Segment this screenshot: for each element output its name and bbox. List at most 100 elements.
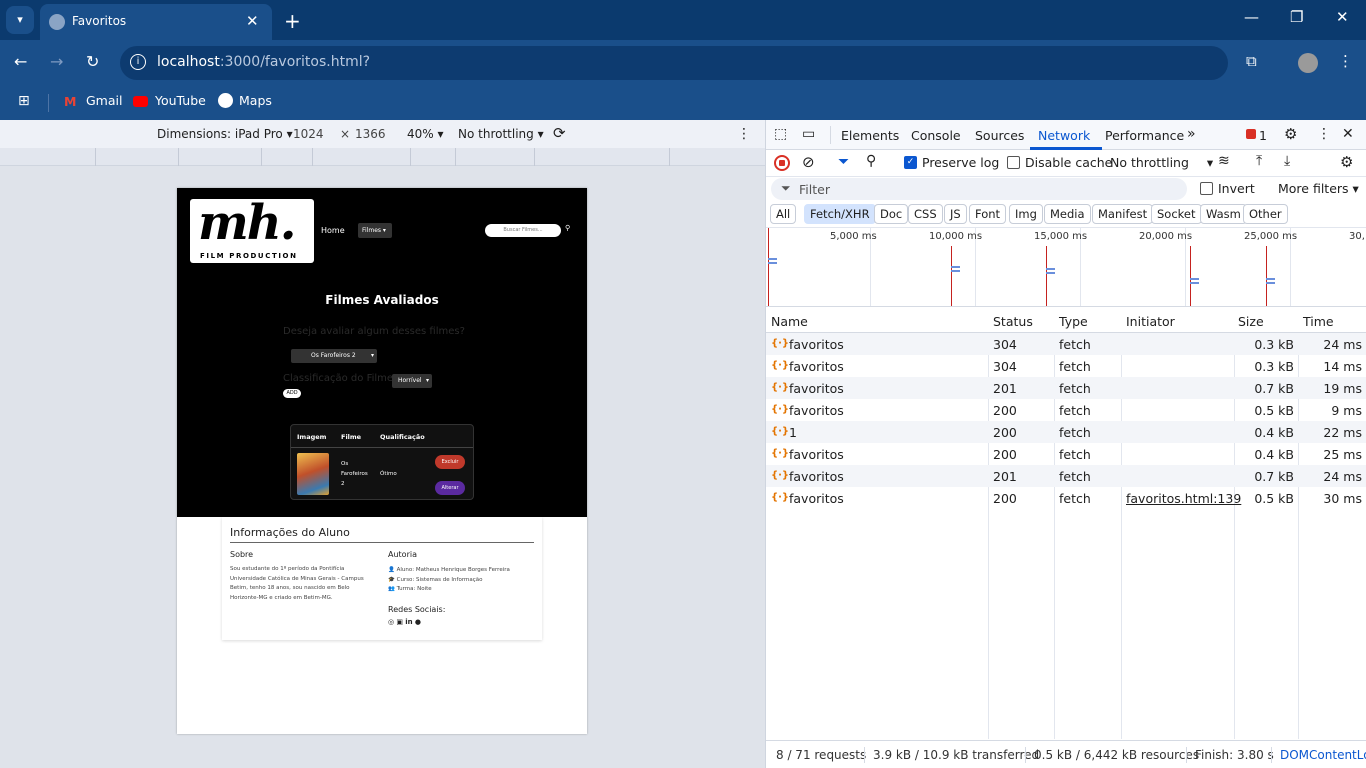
new-tab-button[interactable]: + [284,9,301,33]
tab-console[interactable]: Console [911,128,961,143]
request-row[interactable]: {·} favoritos 304 fetch 0.3 kB 24 ms [766,333,1366,355]
column-header[interactable]: Time [1303,314,1334,329]
bookmark-maps[interactable]: Maps [239,93,272,108]
browser-tab[interactable]: Favoritos ✕ [40,4,272,40]
minimize-button[interactable]: — [1244,8,1259,26]
filter-chip[interactable]: Fetch/XHR [804,204,876,224]
rotate-icon[interactable]: ⟳ [553,124,566,142]
filter-chip[interactable]: Wasm [1200,204,1247,224]
tab-sources[interactable]: Sources [975,128,1024,143]
network-overview[interactable]: 5,000 ms 10,000 ms 15,000 ms 20,000 ms 2… [766,227,1366,307]
reload-icon[interactable]: ↻ [86,52,99,71]
width-input[interactable]: 1024 [293,127,324,141]
more-filters-button[interactable]: More filters ▾ [1278,181,1359,196]
throttle-select[interactable]: No throttling ▾ [458,127,544,141]
column-header[interactable]: Size [1238,314,1264,329]
media-query-ruler[interactable] [0,148,765,166]
more-options-icon[interactable]: ⋮ [737,126,751,142]
restore-button[interactable]: ❐ [1290,8,1303,26]
inspect-element-icon[interactable]: ⬚ [774,126,787,142]
forward-arrow-icon[interactable]: → [50,52,63,71]
request-row[interactable]: {·} favoritos 200 fetch 0.4 kB 25 ms [766,443,1366,465]
network-conditions-icon[interactable]: ≋ [1218,153,1230,169]
clear-icon[interactable]: ⊘ [802,153,815,171]
bookmark-youtube[interactable]: YouTube [155,93,206,108]
rating-select[interactable]: Horrível ▾ [392,374,432,388]
film-select[interactable]: Os Farofeiros 2 ▾ [291,349,377,363]
tab-search-button[interactable]: ▾ [6,6,34,34]
site-info-icon[interactable]: i [130,54,146,70]
nav-home-link[interactable]: Home [321,226,345,235]
linkedin-icon[interactable]: in [405,618,412,626]
delete-button[interactable]: Excluir [435,455,465,469]
bookmark-gmail[interactable]: Gmail [86,93,122,108]
record-stop-icon[interactable] [774,155,790,171]
filter-chip[interactable]: Socket [1151,204,1202,224]
request-row[interactable]: {·} 1 200 fetch 0.4 kB 22 ms [766,421,1366,443]
menu-icon[interactable]: ⋮ [1338,52,1353,70]
invert-label[interactable]: Invert [1218,181,1255,196]
table-header: Imagem [297,433,327,441]
nav-filmes-dropdown[interactable]: Filmes ▾ [358,223,392,238]
height-input[interactable]: 1366 [355,127,386,141]
request-row[interactable]: {·} favoritos 200 fetch favoritos.html:139 0.… [766,487,1366,509]
add-button[interactable]: ADD [283,389,301,398]
dimensions-select[interactable]: Dimensions: iPad Pro ▾ [157,127,293,141]
network-settings-icon[interactable]: ⚙ [1340,153,1353,171]
disable-cache-checkbox[interactable] [1007,156,1020,169]
search-icon[interactable]: ⚲ [866,153,876,169]
settings-gear-icon[interactable]: ⚙ [1284,125,1297,143]
column-header[interactable]: Status [993,314,1033,329]
request-row[interactable]: {·} favoritos 201 fetch 0.7 kB 19 ms [766,377,1366,399]
column-header[interactable]: Name [771,314,808,329]
request-row[interactable]: {·} favoritos 201 fetch 0.7 kB 24 ms [766,465,1366,487]
request-initiator[interactable]: favoritos.html:139 [1126,491,1241,506]
close-tab-icon[interactable]: ✕ [246,12,259,30]
search-icon[interactable]: ⚲ [565,224,570,232]
preserve-log-checkbox[interactable]: ✓ [904,156,917,169]
throttle-select[interactable]: No throttling ▾ [1110,155,1213,170]
filter-funnel-icon[interactable]: ⏷ [838,154,849,170]
close-devtools-icon[interactable]: ✕ [1342,126,1354,142]
filter-chip[interactable]: Media [1044,204,1091,224]
back-arrow-icon[interactable]: ← [14,52,27,71]
customize-menu-icon[interactable]: ⋮ [1317,126,1331,142]
column-header[interactable]: Initiator [1126,314,1175,329]
tab-performance[interactable]: Performance [1105,128,1184,143]
extensions-icon[interactable]: ⧉ [1246,52,1257,70]
filter-chip[interactable]: CSS [908,204,943,224]
error-count[interactable]: 1 [1259,128,1267,143]
disable-cache-label[interactable]: Disable cache [1025,155,1112,170]
filter-chip[interactable]: Manifest [1092,204,1154,224]
device-toolbar-icon[interactable]: ▭ [802,126,815,142]
site-logo[interactable]: mh. FILM PRODUCTION [190,195,314,263]
request-row[interactable]: {·} favoritos 304 fetch 0.3 kB 14 ms [766,355,1366,377]
filter-chip[interactable]: Img [1009,204,1043,224]
tab-elements[interactable]: Elements [841,128,899,143]
export-har-icon[interactable]: ⤓ [1284,153,1290,169]
import-har-icon[interactable]: ⤒ [1256,153,1262,169]
address-bar[interactable]: i localhost:3000/favoritos.html? [120,46,1228,80]
filter-chip[interactable]: Other [1243,204,1288,224]
filter-chip[interactable]: Doc [874,204,909,224]
profile-avatar[interactable] [1298,53,1318,73]
search-input[interactable]: Buscar Filmes... [485,224,561,237]
more-tabs-icon[interactable]: » [1187,126,1196,142]
github-icon[interactable]: ● [415,618,421,626]
filter-chip[interactable]: All [770,204,797,224]
instagram-icon[interactable]: ▣ [396,618,403,626]
column-header[interactable]: Type [1059,314,1088,329]
filter-input[interactable]: ⏷ Filter [771,178,1187,200]
filter-chip[interactable]: JS [944,204,967,224]
zoom-select[interactable]: 40% ▾ [407,127,444,141]
error-icon[interactable] [1246,129,1256,139]
close-window-button[interactable]: ✕ [1336,8,1349,26]
edit-button[interactable]: Alterar [435,481,465,495]
preserve-log-label[interactable]: Preserve log [922,155,999,170]
request-row[interactable]: {·} favoritos 200 fetch 0.5 kB 9 ms [766,399,1366,421]
invert-checkbox[interactable] [1200,182,1213,195]
filter-chip[interactable]: Font [969,204,1007,224]
whatsapp-icon[interactable]: ◎ [388,618,394,626]
tab-network[interactable]: Network [1038,128,1090,143]
apps-grid-icon[interactable]: ⊞ [18,93,30,109]
